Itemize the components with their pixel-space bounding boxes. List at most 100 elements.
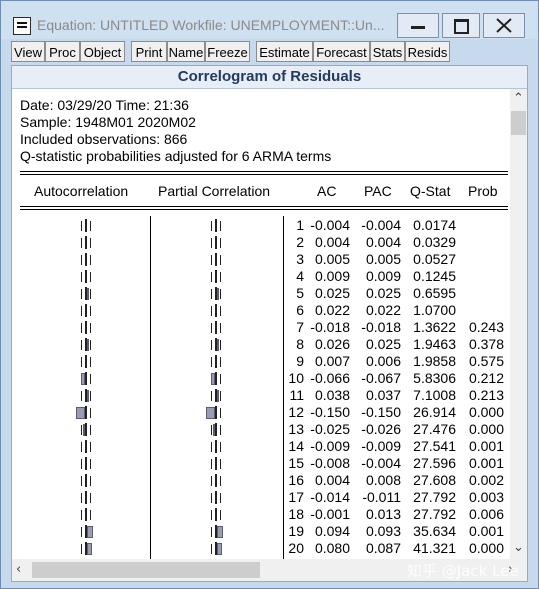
qstat-cell: 27.541: [413, 438, 456, 454]
pac-conf-upper: [220, 221, 221, 231]
ac-cell: -0.008: [310, 455, 350, 471]
vertical-scroll-thumb[interactable]: [511, 111, 526, 135]
pac-conf-upper: [220, 476, 221, 486]
pac-conf-upper: [220, 272, 221, 282]
close-icon: [496, 18, 512, 33]
maximize-button[interactable]: [442, 13, 480, 38]
pac-conf-lower: [211, 459, 212, 469]
minimize-button[interactable]: [397, 13, 439, 38]
watermark: 知乎 @Jack Lee: [407, 562, 519, 580]
pac-cell: -0.018: [361, 319, 401, 335]
pac-cell: 0.005: [365, 251, 401, 267]
prob-cell: 0.006: [468, 506, 504, 522]
correlogram-view: Correlogram of Residuals Date: 03/29/20 …: [11, 65, 528, 582]
scroll-down-icon[interactable]: ⌄: [513, 540, 524, 555]
ac-cell: 0.025: [314, 285, 350, 301]
pac-conf-upper: [220, 442, 221, 452]
view-button[interactable]: View: [11, 41, 45, 62]
prob-cell: 0.000: [468, 404, 504, 420]
stats-button[interactable]: Stats: [370, 41, 405, 62]
pac-zero-line: [215, 372, 217, 385]
pac-bar: [217, 288, 219, 300]
ac-cell: 0.094: [314, 523, 350, 539]
pac-bar: [217, 390, 219, 402]
lag-cell: 1: [296, 217, 304, 233]
ac-bar: [87, 543, 92, 555]
qstat-cell: 27.596: [413, 455, 456, 471]
ac-conf-lower: [81, 442, 82, 452]
pac-conf-upper: [220, 238, 221, 248]
pac-zero-line: [215, 491, 217, 504]
horizontal-scroll-thumb[interactable]: [32, 562, 260, 578]
qstat-header: Q-Stat: [410, 183, 451, 199]
ac-cell: 0.004: [314, 472, 350, 488]
ac-cell: 0.005: [314, 251, 350, 267]
print-button[interactable]: Print: [131, 41, 167, 62]
info-block: Date: 03/29/20 Time: 21:36 Sample: 1948M…: [20, 97, 331, 165]
app-menu-icon[interactable]: [13, 17, 31, 35]
forecast-button[interactable]: Forecast: [313, 41, 370, 62]
pac-conf-lower: [211, 221, 212, 231]
lag-cell: 9: [296, 353, 304, 369]
lag-cell: 11: [289, 387, 304, 403]
ac-conf-upper: [90, 408, 91, 418]
qstat-cell: 41.321: [413, 540, 456, 556]
ac-cell: 0.022: [314, 302, 350, 318]
lag-cell: 10: [288, 370, 304, 386]
qstat-cell: 35.634: [413, 523, 456, 539]
pac-cell: 0.093: [365, 523, 401, 539]
ac-conf-upper: [90, 459, 91, 469]
object-button[interactable]: Object: [80, 41, 125, 62]
pac-cell: 0.025: [365, 285, 401, 301]
ac-cell: -0.009: [310, 438, 350, 454]
prob-cell: 0.212: [468, 370, 504, 386]
ac-conf-lower: [81, 476, 82, 486]
qstat-cell: 27.792: [413, 506, 456, 522]
qstat-cell: 1.9858: [413, 353, 456, 369]
prob-cell: 0.001: [468, 438, 504, 454]
qstat-cell: 27.476: [413, 421, 456, 437]
lag-cell: 16: [288, 472, 304, 488]
pac-zero-line: [215, 406, 217, 419]
pac-conf-lower: [211, 425, 212, 435]
ac-cell: -0.066: [310, 370, 350, 386]
ac-bar: [87, 390, 89, 402]
qstat-cell: 27.608: [413, 472, 456, 488]
ac-conf-upper: [90, 374, 91, 384]
lag-cell: 19: [288, 523, 304, 539]
ac-conf-upper: [90, 306, 91, 316]
resids-button[interactable]: Resids: [405, 41, 450, 62]
pac-cell: 0.006: [365, 353, 401, 369]
observations-line: Included observations: 866: [20, 131, 188, 147]
pac-conf-lower: [211, 272, 212, 282]
name-button[interactable]: Name: [167, 41, 205, 62]
pac-conf-upper: [220, 459, 221, 469]
title-bar[interactable]: Equation: UNTITLED Workfile: UNEMPLOYMEN…: [1, 1, 538, 39]
pac-conf-lower: [211, 255, 212, 265]
ac-conf-upper: [90, 272, 91, 282]
proc-button[interactable]: Proc: [45, 41, 80, 62]
pac-conf-lower: [211, 238, 212, 248]
maximize-icon: [454, 19, 469, 34]
pac-conf-upper: [220, 323, 221, 333]
close-button[interactable]: [483, 13, 525, 38]
qstat-cell: 0.6595: [413, 285, 456, 301]
ac-cell: 0.080: [314, 540, 350, 556]
pac-zero-line: [215, 355, 217, 368]
scroll-left-icon[interactable]: ‹: [16, 562, 21, 577]
lag-cell: 5: [296, 285, 304, 301]
estimate-button[interactable]: Estimate: [256, 41, 313, 62]
pac-conf-lower: [211, 323, 212, 333]
minimize-icon: [411, 26, 425, 29]
ac-conf-lower: [81, 323, 82, 333]
ac-conf-lower: [81, 493, 82, 503]
prob-cell: 0.000: [468, 421, 504, 437]
ac-conf-lower: [81, 221, 82, 231]
scroll-up-icon[interactable]: ⌃: [513, 91, 524, 106]
prob-cell: 0.002: [468, 472, 504, 488]
ac-conf-upper: [90, 289, 91, 299]
pac-bar: [217, 526, 223, 538]
vertical-scrollbar[interactable]: ⌃ ⌄: [510, 89, 527, 559]
prob-cell: 0.001: [468, 523, 504, 539]
freeze-button[interactable]: Freeze: [205, 41, 250, 62]
